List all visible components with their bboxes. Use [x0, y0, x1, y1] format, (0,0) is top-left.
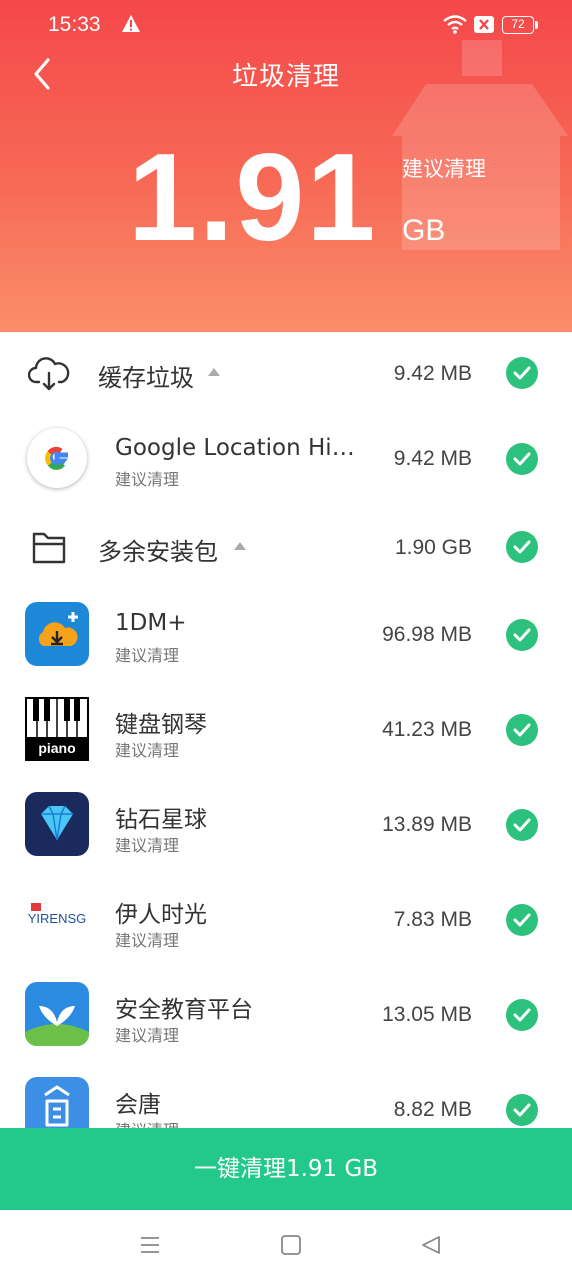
app-size: 13.89 MB [382, 813, 472, 836]
check-icon[interactable] [506, 531, 538, 563]
check-icon[interactable] [506, 619, 538, 651]
app-name: 会唐 [115, 1092, 161, 1118]
warning-icon [122, 15, 140, 32]
app-sub-label: 建议清理 [115, 836, 180, 855]
app-name: 安全教育平台 [115, 997, 253, 1023]
back-icon[interactable] [420, 1234, 442, 1256]
check-icon[interactable] [506, 999, 538, 1031]
check-icon[interactable] [506, 904, 538, 936]
piano-icon-text: piano [38, 740, 76, 756]
list-item[interactable]: 1DM+ 建议清理 96.98 MB [0, 588, 572, 683]
check-icon[interactable] [506, 714, 538, 746]
category-size: 9.42 MB [393, 362, 472, 385]
system-nav-bar [0, 1210, 572, 1280]
collapse-arrow-icon[interactable] [234, 542, 246, 550]
category-cache-row[interactable]: 缓存垃圾 9.42 MB [0, 332, 572, 414]
status-time: 15:33 [48, 13, 101, 36]
list-item[interactable]: YIRENSG 伊人时光 建议清理 7.83 MB [0, 873, 572, 968]
google-app-icon [27, 428, 87, 488]
page-title: 垃圾清理 [231, 62, 340, 92]
app-name: Google Location His... [115, 435, 365, 461]
app-size: 96.98 MB [382, 623, 472, 646]
category-size: 1.90 GB [394, 536, 472, 559]
wifi-icon [443, 15, 467, 34]
menu-icon[interactable] [139, 1234, 161, 1256]
list-item[interactable]: piano 键盘钢琴 建议清理 41.23 MB [0, 683, 572, 778]
suggest-clean-label: 建议清理 [402, 157, 486, 181]
category-label: 缓存垃圾 [98, 364, 194, 392]
safety-education-app-icon [25, 982, 89, 1046]
app-size: 13.05 MB [382, 1003, 472, 1026]
status-bar: 15:33 72 [0, 0, 572, 50]
battery-level: 72 [502, 16, 534, 34]
check-icon[interactable] [506, 1094, 538, 1126]
diamond-app-icon [25, 792, 89, 856]
app-sub-label: 建议清理 [115, 931, 180, 950]
app-size: 41.23 MB [382, 718, 472, 741]
yirensg-app-icon: YIRENSG [25, 887, 89, 951]
home-icon[interactable] [280, 1234, 302, 1256]
total-junk-size: 1.91 [128, 129, 378, 267]
yirensg-icon-text: YIRENSG [27, 911, 87, 926]
folder-icon [32, 532, 66, 564]
app-sub-label: 建议清理 [115, 1117, 179, 1128]
yirensg-logo-mark [31, 903, 41, 911]
app-name: 伊人时光 [115, 902, 207, 928]
app-sub-label: 建议清理 [115, 1026, 180, 1045]
list-item[interactable]: 安全教育平台 建议清理 13.05 MB [0, 968, 572, 1063]
collapse-arrow-icon[interactable] [208, 368, 220, 376]
list-item[interactable]: Google Location His... 建议清理 9.42 MB [0, 414, 572, 506]
app-size: 9.42 MB [393, 447, 472, 470]
app-name: 钻石星球 [115, 807, 207, 833]
one-click-clean-button[interactable]: 一键清理1.91 GB [0, 1128, 572, 1210]
app-sub-label: 建议清理 [115, 741, 180, 760]
junk-list[interactable]: 缓存垃圾 9.42 MB Google Location His... 建议清理… [0, 332, 572, 1128]
battery-indicator: 72 [502, 16, 538, 34]
header: 15:33 72 垃圾清理 1.91 建议清理 GB [0, 0, 572, 332]
huitang-app-icon [25, 1077, 89, 1128]
app-sub-label: 建议清理 [115, 646, 180, 665]
check-icon[interactable] [506, 809, 538, 841]
category-label: 多余安装包 [98, 538, 218, 566]
battery-cap [535, 21, 538, 29]
check-icon[interactable] [506, 443, 538, 475]
app-name: 键盘钢琴 [115, 712, 207, 738]
download-manager-app-icon [25, 602, 89, 666]
app-name: 1DM+ [115, 610, 187, 636]
list-item[interactable]: 会唐 建议清理 8.82 MB [0, 1063, 572, 1128]
no-sim-icon [474, 16, 494, 33]
list-item[interactable]: 钻石星球 建议清理 13.89 MB [0, 778, 572, 873]
app-size: 7.83 MB [393, 908, 472, 931]
check-icon[interactable] [506, 357, 538, 389]
app-size: 8.82 MB [393, 1098, 472, 1121]
app-sub-label: 建议清理 [115, 470, 180, 489]
category-packages-row[interactable]: 多余安装包 1.90 GB [0, 506, 572, 588]
cloud-icon [28, 357, 70, 391]
size-unit: GB [402, 214, 446, 247]
piano-app-icon: piano [25, 697, 89, 761]
